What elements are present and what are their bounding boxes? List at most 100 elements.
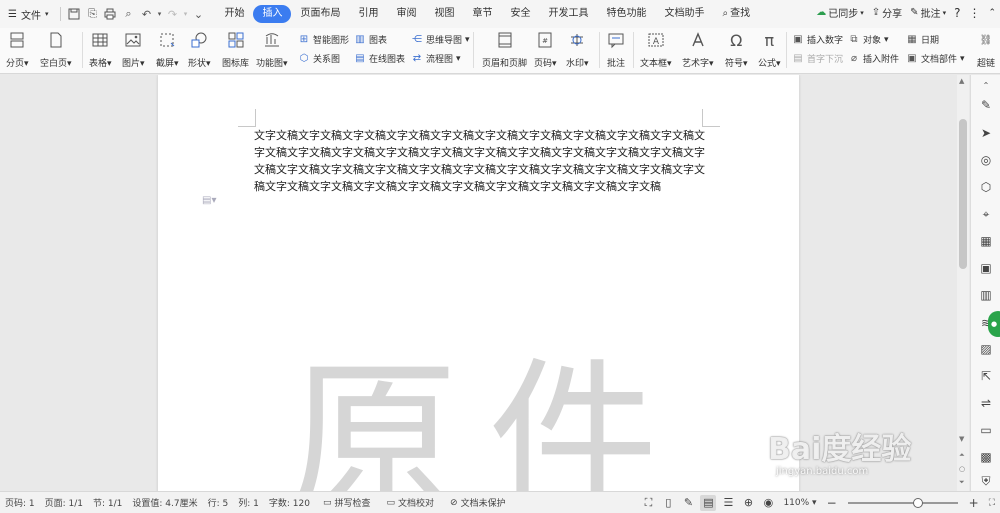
status-word-count[interactable]: 字数: 120 — [264, 496, 315, 509]
tab-home[interactable]: 开始 — [215, 5, 253, 23]
symbol-button[interactable]: Ω 符号▾ — [725, 30, 748, 70]
tab-review[interactable]: 审阅 — [387, 5, 425, 23]
document-body-text[interactable]: 文字文稿文字文稿文字文稿文字文稿文字文稿文字文稿文字文稿文字文稿文字文稿文字文稿… — [254, 127, 706, 195]
chart-button[interactable]: ▥ 图表 — [354, 33, 387, 46]
pointer-icon[interactable]: ➤ — [978, 125, 994, 141]
pen-icon[interactable]: ✎ — [680, 495, 696, 511]
collapse-icon[interactable]: ⌃ — [978, 77, 994, 93]
print-preview-icon[interactable]: ⌕ — [119, 5, 137, 23]
object-button[interactable]: ⧉ 对象 ▾ — [848, 33, 888, 46]
vertical-scrollbar[interactable]: ▲ ▼ ⏶ ○ ⏷ — [957, 75, 969, 491]
search-button[interactable]: ⌕ 查找 — [713, 5, 759, 23]
page-number-button[interactable]: # 页码▾ — [534, 30, 557, 69]
document-page[interactable]: 文字文稿文字文稿文字文稿文字文稿文字文稿文字文稿文字文稿文字文稿文字文稿文字文稿… — [158, 75, 799, 491]
status-row[interactable]: 行: 5 — [203, 496, 234, 509]
tab-features[interactable]: 特色功能 — [597, 5, 655, 23]
next-page-icon[interactable]: ⏷ — [959, 478, 965, 487]
insert-number-button[interactable]: ▣ 插入数字 — [792, 33, 843, 46]
page-view-icon[interactable]: ▤ — [700, 494, 717, 511]
relation-chart-button[interactable]: ⬡ 关系图 — [298, 52, 340, 65]
more-icon[interactable]: ⋮ — [968, 6, 980, 20]
window-icon[interactable]: ▭ — [978, 422, 994, 438]
comment-button[interactable]: ✎ 批注 ▾ — [910, 5, 946, 20]
scroll-thumb[interactable] — [959, 119, 967, 269]
zoom-out-button[interactable]: − — [822, 496, 842, 510]
icon-library-button[interactable]: 图标库 — [222, 30, 249, 69]
drop-cap-button[interactable]: ▤ 首字下沉 — [792, 52, 843, 65]
image-icon[interactable]: ▨ — [978, 341, 994, 357]
online-chart-button[interactable]: ▤ 在线图表 — [354, 52, 405, 65]
help-icon[interactable]: ? — [954, 6, 960, 20]
doc-parts-button[interactable]: ▣ 文档部件 ▾ — [906, 52, 964, 65]
formula-button[interactable]: π 公式▾ — [758, 30, 781, 70]
prev-page-icon[interactable]: ⏶ — [959, 451, 965, 460]
table-button[interactable]: 表格▾ — [89, 30, 112, 69]
assistant-badge-icon[interactable]: ● — [988, 311, 1000, 337]
chart-icon[interactable]: ▥ — [978, 287, 994, 303]
web-view-icon[interactable]: ⊕ — [740, 495, 756, 511]
undo-dropdown-icon[interactable]: ▾ — [155, 5, 163, 23]
print-icon[interactable] — [101, 5, 119, 23]
document-workspace[interactable]: 文字文稿文字文稿文字文稿文字文稿文字文稿文字文稿文字文稿文字文稿文字文稿文字文稿… — [0, 75, 955, 491]
customize-toolbar-icon[interactable]: ⌄ — [189, 5, 207, 23]
status-page-count[interactable]: 页面: 1/1 — [40, 496, 88, 509]
status-setting-value[interactable]: 设置值: 4.7厘米 — [127, 496, 202, 509]
outline-view-icon[interactable]: ☰ — [720, 495, 736, 511]
paragraph-options-icon[interactable]: ▤▾ — [202, 195, 216, 206]
redo-icon[interactable]: ↷ — [163, 5, 181, 23]
attachment-button[interactable]: ⌀ 插入附件 — [848, 52, 899, 65]
share-button[interactable]: ⇪ 分享 — [872, 5, 902, 20]
collapse-icon[interactable]: ⌃ — [988, 8, 996, 18]
status-col[interactable]: 列: 1 — [233, 496, 264, 509]
edit-icon[interactable]: ✎ — [978, 97, 994, 113]
watermark-button[interactable]: 水印▾ — [566, 30, 589, 69]
scroll-down-icon[interactable]: ▼ — [959, 435, 964, 443]
status-page-number[interactable]: 页码: 1 — [0, 496, 40, 509]
tab-developer[interactable]: 开发工具 — [539, 5, 597, 23]
zoom-slider[interactable] — [847, 497, 958, 508]
location-icon[interactable]: ◎ — [978, 152, 994, 168]
smart-shape-button[interactable]: ⊞ 智能图形 — [298, 33, 349, 46]
mind-map-button[interactable]: ⋲ 思维导图 ▾ — [411, 33, 470, 46]
tab-insert[interactable]: 插入 — [253, 5, 292, 23]
export-icon[interactable]: ⇱ — [978, 368, 994, 384]
redo-dropdown-icon[interactable]: ▾ — [181, 5, 189, 23]
status-section[interactable]: 节: 1/1 — [88, 496, 127, 509]
tab-page-layout[interactable]: 页面布局 — [291, 5, 349, 23]
fit-window-icon[interactable]: ⛶ — [984, 498, 1000, 508]
tab-chapter[interactable]: 章节 — [463, 5, 501, 23]
comment-insert-button[interactable]: 批注 — [606, 30, 626, 69]
table-icon[interactable]: ▦ — [978, 233, 994, 249]
picture-button[interactable]: 图片▾ — [122, 30, 145, 69]
translate-icon[interactable]: ⇌ — [978, 395, 994, 411]
tag-icon[interactable]: ⌖ — [978, 206, 994, 222]
export-pdf-icon[interactable]: ⎘ — [83, 5, 101, 23]
header-footer-button[interactable]: 页眉和页脚 — [482, 30, 527, 69]
shapes-button[interactable]: 形状▾ — [188, 30, 211, 69]
reading-mode-icon[interactable]: ▯ — [660, 495, 676, 511]
fullscreen-icon[interactable]: ⛶ — [640, 495, 656, 511]
word-art-button[interactable]: 艺术字▾ — [682, 30, 714, 69]
shield-icon[interactable]: ⛨ — [978, 473, 994, 489]
doc-protect-button[interactable]: ⊘ 文档未保护 — [442, 496, 514, 510]
page-break-button[interactable]: 分页▾ — [6, 30, 29, 69]
blank-page-button[interactable]: 空白页▾ — [40, 30, 72, 69]
screenshot-button[interactable]: 截屏▾ — [156, 30, 179, 69]
zoom-in-button[interactable]: + — [964, 496, 984, 510]
function-chart-button[interactable]: 功能图▾ — [256, 30, 288, 69]
spell-check-button[interactable]: ▭ 拼写检查 — [315, 496, 379, 510]
picture-icon[interactable]: ▩ — [978, 449, 994, 465]
eye-protect-icon[interactable]: ◉ — [760, 495, 776, 511]
tab-doc-assistant[interactable]: 文档助手 — [655, 5, 713, 23]
flow-chart-button[interactable]: ⇄ 流程图 ▾ — [411, 52, 461, 65]
hyperlink-button[interactable]: ⛓ 超链 — [976, 30, 996, 70]
save-icon[interactable] — [65, 5, 83, 23]
undo-icon[interactable]: ↶ — [137, 5, 155, 23]
text-box-button[interactable]: A 文本框▾ — [640, 30, 672, 69]
file-menu[interactable]: ☰ 文件 ▾ — [0, 4, 56, 24]
tab-view[interactable]: 视图 — [425, 5, 463, 23]
grid-icon[interactable]: ▣ — [978, 260, 994, 276]
zoom-slider-knob[interactable] — [912, 497, 923, 508]
shapes-icon[interactable]: ⬡ — [978, 179, 994, 195]
scroll-up-icon[interactable]: ▲ — [959, 77, 964, 85]
